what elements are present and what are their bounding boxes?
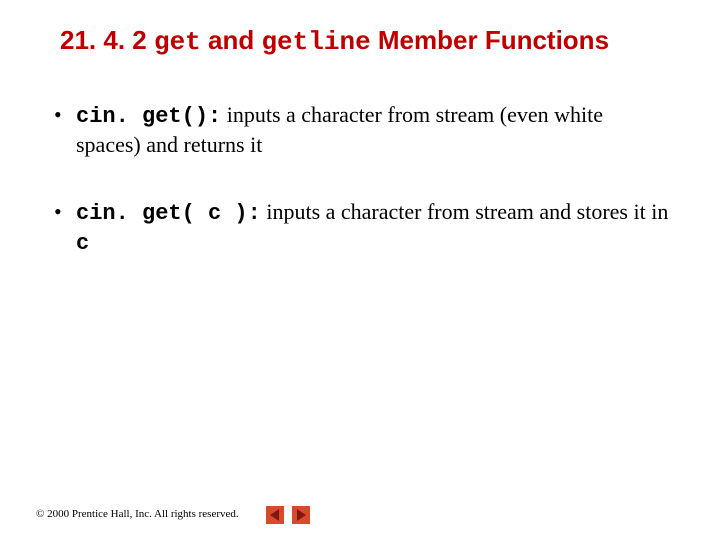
copyright-footer: © 2000 Prentice Hall, Inc. All rights re… <box>36 508 239 520</box>
next-icon[interactable] <box>292 506 310 524</box>
bullet-code: cin. get(): <box>76 104 221 129</box>
title-mid: and <box>201 25 262 55</box>
slide-nav <box>266 506 310 524</box>
bullet-body: cin. get( c ): inputs a character from s… <box>76 198 670 259</box>
slide: 21. 4. 2 get and getline Member Function… <box>0 0 720 259</box>
title-code-get: get <box>154 27 201 57</box>
bullet-body: cin. get(): inputs a character from stre… <box>76 101 670 160</box>
bullet-item: • cin. get( c ): inputs a character from… <box>50 198 670 259</box>
bullet-marker: • <box>50 198 76 259</box>
bullet-text: inputs a character from stream and store… <box>261 199 668 224</box>
bullet-code: cin. get( c ): <box>76 201 261 226</box>
title-rest: Member Functions <box>371 25 609 55</box>
bullet-code-var: c <box>76 231 89 256</box>
bullet-marker: • <box>50 101 76 160</box>
prev-icon[interactable] <box>266 506 284 524</box>
title-section-number: 21. 4. 2 <box>60 25 147 55</box>
bullet-item: • cin. get(): inputs a character from st… <box>50 101 670 160</box>
title-code-getline: getline <box>261 27 370 57</box>
slide-title: 21. 4. 2 get and getline Member Function… <box>60 24 670 59</box>
